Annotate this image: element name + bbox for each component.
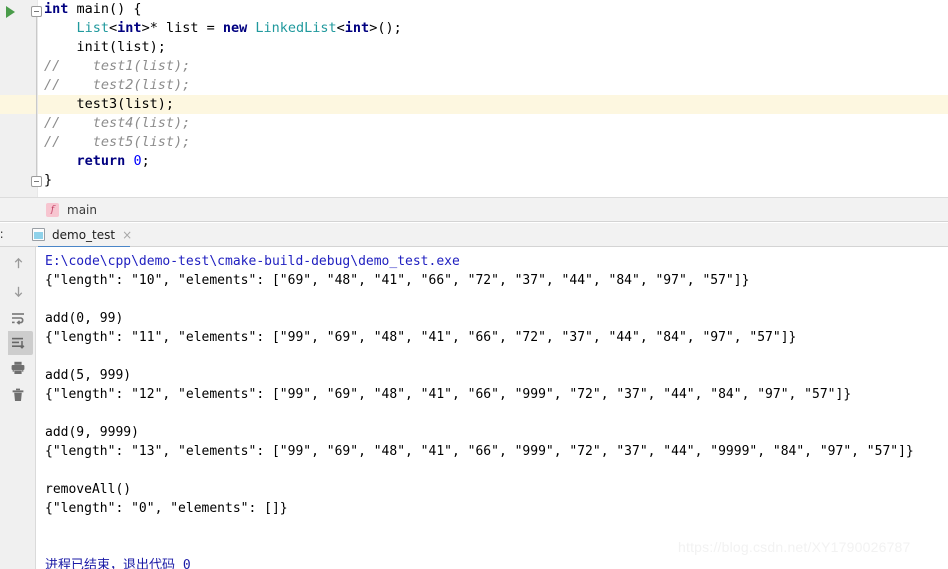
code-token: return [76, 153, 126, 169]
code-token: test3(list); [76, 96, 175, 112]
code-text[interactable]: int main() { List<int>* list = new Linke… [38, 0, 948, 197]
code-token: // test4(list); [44, 115, 191, 131]
code-token: >* list = [141, 20, 223, 36]
run-tab-title: demo_test [52, 227, 116, 242]
trash-icon [12, 388, 24, 401]
run-window-left-edge [0, 247, 8, 569]
console-icon [32, 228, 45, 241]
code-token: int [344, 20, 370, 36]
console-output[interactable]: E:\code\cpp\demo-test\cmake-build-debug\… [37, 247, 948, 569]
code-token: new [222, 20, 248, 36]
console-line: {"length": "0", "elements": []} [45, 501, 288, 516]
ide-window: int main() { List<int>* list = new Linke… [0, 0, 948, 569]
console-line: {"length": "12", "elements": ["99", "69"… [45, 387, 852, 402]
console-line: {"length": "13", "elements": ["99", "69"… [45, 444, 914, 459]
breadcrumb[interactable]: f main [0, 197, 948, 222]
run-window-label: n: [0, 227, 4, 241]
code-line[interactable]: // test5(list); [38, 133, 948, 152]
code-token: List [76, 20, 110, 36]
code-token: ; [141, 153, 150, 169]
console-line: add(9, 9999) [45, 425, 139, 440]
code-token: // test2(list); [44, 77, 191, 93]
console-line[interactable]: E:\code\cpp\demo-test\cmake-build-debug\… [45, 252, 948, 271]
function-icon: f [46, 202, 59, 217]
code-token: >(); [369, 20, 402, 36]
code-token: < [336, 20, 345, 36]
code-token: < [109, 20, 118, 36]
code-line[interactable]: List<int>* list = new LinkedList<int>(); [38, 19, 948, 38]
run-tool-window: n: demo_test × [0, 223, 948, 569]
code-line[interactable]: // test1(list); [38, 57, 948, 76]
close-icon[interactable]: × [122, 229, 132, 241]
code-line[interactable]: return 0; [38, 152, 948, 171]
code-token: int [117, 20, 142, 36]
code-line[interactable]: test3(list); [38, 95, 948, 114]
code-token: // test5(list); [44, 134, 191, 150]
console-line: {"length": "11", "elements": ["99", "69"… [45, 330, 797, 345]
run-icon[interactable] [6, 6, 15, 18]
code-token: init(list); [76, 39, 166, 55]
code-token: main() { [68, 1, 142, 17]
code-fold-rail [36, 12, 37, 184]
soft-wrap-icon [12, 313, 24, 325]
code-token: 0 [133, 153, 142, 169]
scroll-to-end-icon [12, 337, 25, 349]
console-line: {"length": "10", "elements": ["69", "48"… [45, 273, 750, 288]
console-line: add(0, 99) [45, 311, 124, 326]
code-token: } [44, 172, 53, 188]
printer-icon [11, 361, 25, 374]
watermark: https://blog.csdn.net/XY1790026787 [678, 539, 911, 555]
console-line: removeAll() [45, 482, 132, 497]
code-token: LinkedList [255, 20, 337, 36]
code-line[interactable]: // test2(list); [38, 76, 948, 95]
code-line[interactable]: } [38, 171, 948, 190]
run-tab-demo-test[interactable]: demo_test × [28, 223, 139, 246]
code-token: int [44, 1, 69, 17]
arrow-up-icon [14, 257, 22, 268]
code-editor[interactable]: int main() { List<int>* list = new Linke… [0, 0, 948, 197]
code-line[interactable]: init(list); [38, 38, 948, 57]
console-line: add(5, 999) [45, 368, 132, 383]
console-line: 进程已结束，退出代码 0 [45, 558, 191, 569]
code-line[interactable]: // test4(list); [38, 114, 948, 133]
code-line[interactable]: int main() { [38, 0, 948, 19]
code-token: // test1(list); [44, 58, 191, 74]
arrow-down-icon [14, 286, 22, 297]
run-tab-bar: n: demo_test × [0, 223, 948, 247]
breadcrumb-label[interactable]: main [67, 203, 97, 217]
